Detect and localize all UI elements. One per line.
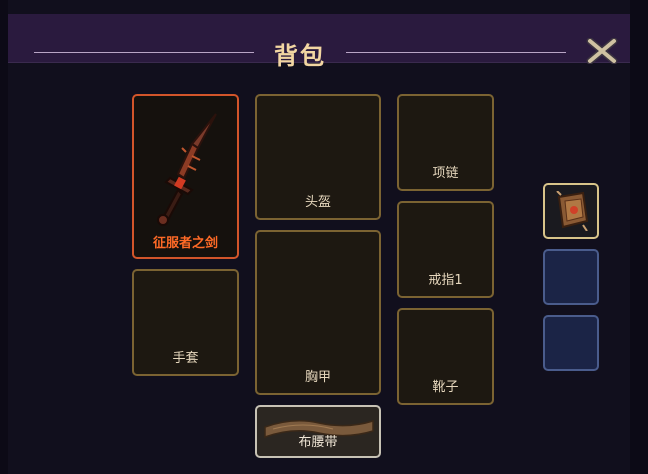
boots-slot[interactable]: 靴子 (397, 308, 494, 405)
close-x-icon (586, 37, 618, 65)
belt-label: 布腰带 (298, 435, 338, 450)
belt-slot[interactable]: 布腰带 (255, 405, 381, 458)
window-title: 背包 (274, 42, 326, 70)
necklace-slot[interactable]: 项链 (397, 94, 494, 191)
side-slot-scroll[interactable] (543, 183, 599, 239)
side-slot-empty-2[interactable] (543, 315, 599, 371)
title-bar: 背包 (8, 14, 630, 70)
chest-label: 胸甲 (304, 370, 331, 385)
boots-label: 靴子 (432, 380, 459, 395)
gloves-label: 手套 (172, 351, 199, 366)
weapon-slot[interactable]: 征服者之剑 (132, 94, 239, 259)
helmet-slot[interactable]: 头盔 (255, 94, 381, 220)
close-button[interactable] (586, 37, 618, 65)
side-slot-empty-1[interactable] (543, 249, 599, 305)
ring-slot[interactable]: 戒指1 (397, 201, 494, 298)
helmet-label: 头盔 (304, 195, 331, 210)
gloves-slot[interactable]: 手套 (132, 269, 239, 376)
sword-icon (157, 113, 217, 226)
weapon-label: 征服者之剑 (152, 236, 218, 251)
necklace-label: 项链 (432, 166, 459, 181)
title-divider-right (346, 52, 566, 53)
ring-label: 戒指1 (428, 273, 463, 288)
chest-slot[interactable]: 胸甲 (255, 230, 381, 395)
scroll-icon (556, 191, 589, 231)
